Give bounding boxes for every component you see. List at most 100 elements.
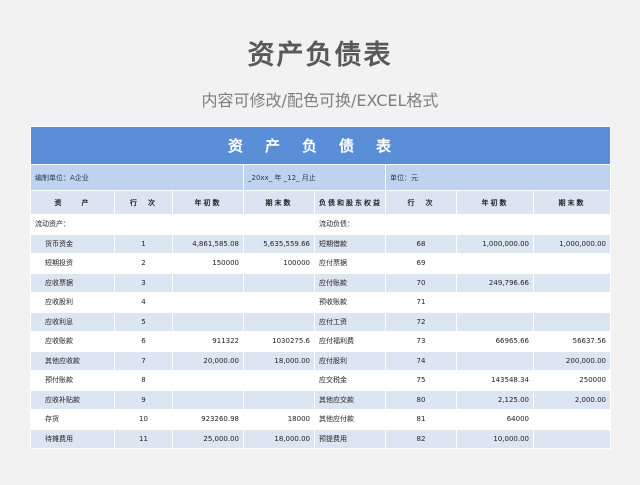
asset-line-cell[interactable]: 7: [114, 350, 173, 371]
asset-begin-cell[interactable]: [172, 292, 244, 313]
liability-name-cell[interactable]: 其他应交款: [314, 389, 386, 410]
asset-begin-cell[interactable]: [172, 272, 244, 293]
header-end-right[interactable]: 期末数: [532, 190, 612, 215]
asset-end-cell[interactable]: 1030275.6: [243, 331, 315, 352]
liability-begin-cell[interactable]: 64000: [456, 409, 534, 430]
liability-begin-cell[interactable]: [456, 311, 534, 332]
header-line-no-right[interactable]: 行 次: [385, 190, 457, 215]
liability-begin-cell[interactable]: [456, 350, 534, 371]
currency-label[interactable]: 单位：元: [384, 164, 612, 191]
asset-end-cell[interactable]: 18000: [243, 409, 315, 430]
liability-name-cell[interactable]: 其他应付款: [314, 409, 386, 430]
liability-line-cell[interactable]: 80: [385, 389, 457, 410]
liability-end-cell[interactable]: 1,000,000.00: [532, 233, 612, 254]
asset-begin-cell[interactable]: [172, 389, 244, 410]
asset-name-cell[interactable]: 待摊费用: [30, 428, 115, 449]
liability-line-cell[interactable]: 68: [385, 233, 457, 254]
asset-line-cell[interactable]: 1: [114, 233, 173, 254]
asset-end-cell[interactable]: [243, 272, 315, 293]
asset-begin-cell[interactable]: 20,000.00: [172, 350, 244, 371]
asset-begin-cell[interactable]: 150000: [172, 253, 244, 274]
table-cell[interactable]: [532, 214, 612, 235]
liability-begin-cell[interactable]: 2,125.00: [456, 389, 534, 410]
table-cell[interactable]: [243, 214, 315, 235]
liability-line-cell[interactable]: 71: [385, 292, 457, 313]
liability-name-cell[interactable]: 应交税金: [314, 370, 386, 391]
liability-end-cell[interactable]: 250000: [532, 370, 612, 391]
asset-name-cell[interactable]: 应收补贴款: [30, 389, 115, 410]
header-begin-right[interactable]: 年初数: [456, 190, 534, 215]
liability-name-cell[interactable]: 应付工资: [314, 311, 386, 332]
asset-name-cell[interactable]: 短期投资: [30, 253, 115, 274]
liability-end-cell[interactable]: 2,000.00: [532, 389, 612, 410]
asset-name-cell[interactable]: 存货: [30, 409, 115, 430]
asset-end-cell[interactable]: 100000: [243, 253, 315, 274]
asset-end-cell[interactable]: 18,000.00: [243, 428, 315, 449]
liability-name-cell[interactable]: 应付账款: [314, 272, 386, 293]
liability-name-cell[interactable]: 应付股利: [314, 350, 386, 371]
liability-begin-cell[interactable]: 143548.34: [456, 370, 534, 391]
liability-line-cell[interactable]: 82: [385, 428, 457, 449]
asset-begin-cell[interactable]: [172, 370, 244, 391]
asset-name-cell[interactable]: 应收票据: [30, 272, 115, 293]
asset-line-cell[interactable]: 8: [114, 370, 173, 391]
header-assets[interactable]: 资 产: [30, 190, 115, 215]
liability-name-cell[interactable]: 预提费用: [314, 428, 386, 449]
asset-begin-cell[interactable]: 911322: [172, 331, 244, 352]
section-current-liabilities[interactable]: 流动负债：: [314, 214, 386, 235]
liability-line-cell[interactable]: 72: [385, 311, 457, 332]
header-line-no[interactable]: 行 次: [114, 190, 173, 215]
asset-line-cell[interactable]: 4: [114, 292, 173, 313]
asset-end-cell[interactable]: [243, 370, 315, 391]
liability-line-cell[interactable]: 69: [385, 253, 457, 274]
asset-name-cell[interactable]: 货币资金: [30, 233, 115, 254]
asset-begin-cell[interactable]: [172, 311, 244, 332]
table-cell[interactable]: [114, 214, 173, 235]
header-begin[interactable]: 年初数: [172, 190, 244, 215]
liability-begin-cell[interactable]: 66965.66: [456, 331, 534, 352]
liability-end-cell[interactable]: 200,000.00: [532, 350, 612, 371]
table-cell[interactable]: [456, 214, 534, 235]
asset-line-cell[interactable]: 9: [114, 389, 173, 410]
header-end[interactable]: 期末数: [243, 190, 315, 215]
asset-end-cell[interactable]: [243, 389, 315, 410]
liability-begin-cell[interactable]: 1,000,000.00: [456, 233, 534, 254]
asset-name-cell[interactable]: 应收利息: [30, 311, 115, 332]
liability-begin-cell[interactable]: [456, 292, 534, 313]
asset-line-cell[interactable]: 2: [114, 253, 173, 274]
liability-line-cell[interactable]: 74: [385, 350, 457, 371]
liability-end-cell[interactable]: [532, 311, 612, 332]
liability-line-cell[interactable]: 75: [385, 370, 457, 391]
liability-begin-cell[interactable]: [456, 253, 534, 274]
liability-end-cell[interactable]: [532, 292, 612, 313]
liability-begin-cell[interactable]: 10,000.00: [456, 428, 534, 449]
period-label[interactable]: _20xx_ 年 _12_ 月止: [243, 164, 386, 191]
asset-name-cell[interactable]: 应收股利: [30, 292, 115, 313]
asset-begin-cell[interactable]: 4,861,585.08: [172, 233, 244, 254]
liability-end-cell[interactable]: [532, 253, 612, 274]
unit-label[interactable]: 编制单位：A企业: [30, 164, 244, 191]
asset-line-cell[interactable]: 6: [114, 331, 173, 352]
liability-name-cell[interactable]: 应付福利费: [314, 331, 386, 352]
asset-end-cell[interactable]: 5,635,559.66: [243, 233, 315, 254]
asset-line-cell[interactable]: 10: [114, 409, 173, 430]
asset-begin-cell[interactable]: 923260.98: [172, 409, 244, 430]
section-current-assets[interactable]: 流动资产：: [30, 214, 115, 235]
asset-line-cell[interactable]: 3: [114, 272, 173, 293]
liability-end-cell[interactable]: 56637.56: [532, 331, 612, 352]
liability-end-cell[interactable]: [532, 409, 612, 430]
asset-end-cell[interactable]: [243, 292, 315, 313]
liability-name-cell[interactable]: 预收账款: [314, 292, 386, 313]
asset-name-cell[interactable]: 应收账款: [30, 331, 115, 352]
table-cell[interactable]: [385, 214, 457, 235]
liability-end-cell[interactable]: [532, 272, 612, 293]
asset-end-cell[interactable]: [243, 311, 315, 332]
asset-line-cell[interactable]: 5: [114, 311, 173, 332]
liability-begin-cell[interactable]: 249,796.66: [456, 272, 534, 293]
asset-end-cell[interactable]: 18,000.00: [243, 350, 315, 371]
asset-name-cell[interactable]: 其他应收款: [30, 350, 115, 371]
asset-line-cell[interactable]: 11: [114, 428, 173, 449]
liability-end-cell[interactable]: [532, 428, 612, 449]
liability-line-cell[interactable]: 73: [385, 331, 457, 352]
asset-name-cell[interactable]: 预付账款: [30, 370, 115, 391]
